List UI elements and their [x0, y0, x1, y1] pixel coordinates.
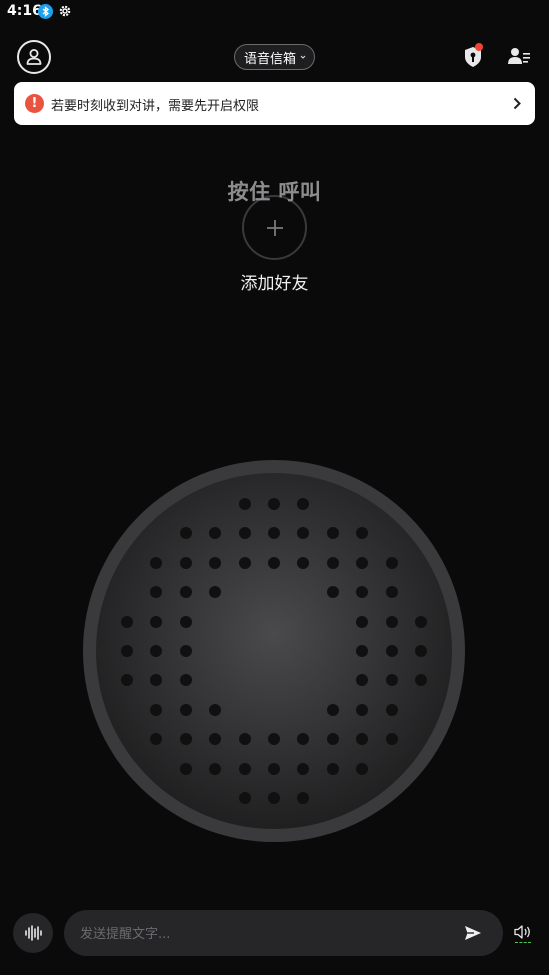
grille-dot — [415, 645, 427, 657]
grille-dot — [297, 498, 310, 510]
grille-dot — [179, 733, 192, 746]
message-input[interactable] — [78, 910, 452, 958]
mode-select-label: 语音信箱 — [244, 51, 297, 67]
add-friend-label: 添加好友 — [240, 274, 309, 294]
app-screen: 4:16 语音信箱 ! 若要时刻收到对讲，需要先开启权限 添加好友 按住 呼叫 … — [0, 0, 549, 975]
status-bar: 4:16 — [0, 0, 549, 24]
plus-icon — [266, 219, 283, 236]
grille-dot — [150, 674, 163, 687]
grille-dot — [326, 527, 339, 540]
grille-dot — [209, 527, 222, 540]
grille-dot — [179, 615, 192, 628]
grille-dot — [326, 762, 339, 775]
grille-dot — [150, 586, 163, 599]
speaker-active-indicator — [515, 942, 531, 943]
grille-dot — [268, 762, 280, 775]
grille-dot — [356, 615, 369, 628]
grille-dot — [238, 527, 251, 540]
grille-dot — [385, 586, 398, 599]
grille-dot — [385, 556, 398, 569]
grille-dot — [238, 762, 251, 775]
grille-dot — [121, 674, 133, 687]
grille-dot — [150, 556, 163, 569]
bluetooth-icon — [38, 4, 53, 19]
grille-dot — [415, 615, 427, 628]
grille-dot — [209, 762, 222, 775]
grille-dot — [297, 792, 310, 804]
grille-dot — [385, 645, 398, 657]
grille-dot — [385, 674, 398, 687]
gear-icon — [58, 3, 72, 17]
grille-dot — [209, 556, 222, 569]
permission-banner[interactable]: ! 若要时刻收到对讲，需要先开启权限 — [14, 82, 535, 125]
permission-banner-text: 若要时刻收到对讲，需要先开启权限 — [51, 99, 260, 114]
grille-dot — [326, 556, 339, 569]
grille-dot — [268, 498, 280, 510]
mode-select[interactable]: 语音信箱 — [234, 44, 316, 70]
grille-dot — [297, 762, 310, 775]
grille-dot — [238, 556, 251, 569]
warning-icon: ! — [25, 94, 44, 113]
grille-dot — [179, 645, 192, 657]
voice-message-button[interactable] — [13, 913, 53, 953]
grille-dot — [121, 645, 133, 657]
speaker-icon[interactable] — [513, 924, 533, 940]
grille-dot — [121, 615, 133, 628]
grille-dot — [415, 674, 427, 687]
grille-dot — [356, 674, 369, 687]
grille-dot — [150, 703, 163, 716]
grille-dot — [268, 733, 280, 746]
grille-dot — [150, 645, 163, 657]
grille-dot — [356, 645, 369, 657]
grille-dot — [179, 556, 192, 569]
grille-dot — [356, 527, 369, 540]
privacy-shield-button[interactable] — [462, 43, 484, 69]
push-to-talk-label: 按住 呼叫 — [227, 180, 322, 204]
chevron-right-icon — [513, 97, 521, 110]
grille-dot — [150, 733, 163, 746]
notification-dot — [475, 43, 483, 51]
grille-dot — [209, 586, 222, 599]
status-time: 4:16 — [7, 3, 42, 19]
grille-dot — [385, 733, 398, 746]
grille-dot — [179, 762, 192, 775]
grille-dot — [209, 733, 222, 746]
chevron-down-icon — [300, 55, 306, 59]
grille-dot — [356, 733, 369, 746]
grille-dot — [297, 556, 310, 569]
grille-dot — [356, 762, 369, 775]
grille-dot — [179, 586, 192, 599]
contacts-button[interactable] — [507, 46, 531, 66]
speaker-grille — [96, 473, 452, 829]
profile-icon — [26, 49, 42, 65]
grille-dot — [150, 615, 163, 628]
message-box — [64, 910, 503, 958]
grille-dot — [326, 703, 339, 716]
grille-dot — [179, 703, 192, 716]
grille-dot — [238, 733, 251, 746]
grille-dot — [385, 615, 398, 628]
grille-dot — [356, 556, 369, 569]
grille-dot — [297, 527, 310, 540]
grille-dot — [356, 703, 369, 716]
grille-dot — [268, 527, 280, 540]
voice-wave-icon — [25, 925, 42, 941]
grille-dot — [179, 674, 192, 687]
grille-dot — [268, 792, 280, 804]
grille-dot — [356, 586, 369, 599]
grille-dot — [238, 792, 251, 804]
grille-dot — [385, 703, 398, 716]
push-to-talk-button[interactable] — [83, 460, 465, 842]
grille-dot — [179, 527, 192, 540]
grille-dot — [268, 556, 280, 569]
grille-dot — [326, 586, 339, 599]
grille-dot — [297, 733, 310, 746]
grille-dot — [326, 733, 339, 746]
send-icon[interactable] — [463, 923, 483, 943]
grille-dot — [209, 703, 222, 716]
grille-dot — [238, 498, 251, 510]
profile-button[interactable] — [17, 40, 51, 74]
contacts-icon — [508, 48, 530, 64]
